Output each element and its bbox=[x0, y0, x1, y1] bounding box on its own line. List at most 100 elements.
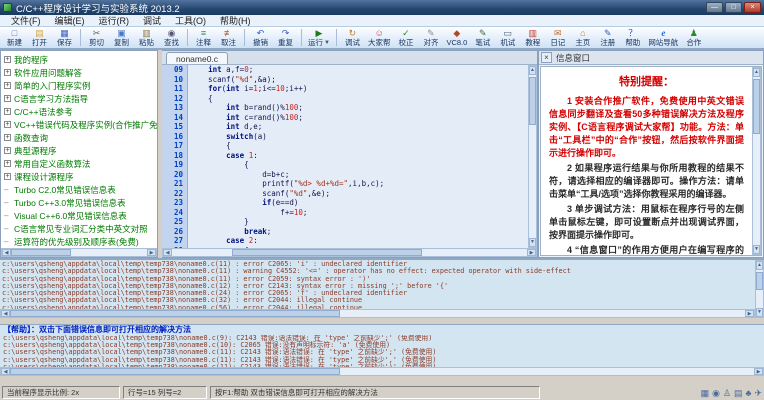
tray-icon-2[interactable]: ♙ bbox=[723, 387, 731, 399]
editor-tab[interactable]: noname0.c bbox=[166, 52, 229, 64]
sidebar-item-3[interactable]: + C语言学习方法指导 bbox=[4, 92, 157, 105]
sidebar-item-4[interactable]: + C/C++语法参考 bbox=[4, 105, 157, 118]
comment-button[interactable]: ≡ 注释 bbox=[191, 27, 216, 48]
sidebar-item-9[interactable]: + 课程设计源程序 bbox=[4, 170, 157, 183]
editor-hscrollbar[interactable]: ◀ ▶ bbox=[162, 248, 537, 257]
line-number[interactable]: 19 bbox=[162, 160, 187, 170]
scroll-down-icon[interactable]: ▼ bbox=[756, 308, 763, 317]
scrollbar-thumb[interactable] bbox=[10, 368, 340, 375]
line-number[interactable]: 15 bbox=[162, 122, 187, 132]
vc8-button[interactable]: ◆ VC8.0 bbox=[443, 27, 470, 48]
uncomment-button[interactable]: ≢ 取注 bbox=[216, 27, 241, 48]
code-line[interactable]: int a,f=0; bbox=[188, 65, 528, 75]
tray-icon-0[interactable]: ▦ bbox=[701, 387, 710, 399]
expand-plus-icon[interactable]: + bbox=[4, 160, 11, 167]
expand-plus-icon[interactable]: + bbox=[4, 134, 11, 141]
minimize-button[interactable]: — bbox=[706, 2, 723, 13]
correct-button[interactable]: ✓ 校正 bbox=[393, 27, 418, 48]
output-hscrollbar[interactable]: ◀ ▶ bbox=[0, 309, 755, 318]
homepage-button[interactable]: ⌂ 主页 bbox=[570, 27, 595, 48]
code-line[interactable]: } bbox=[188, 217, 528, 227]
expand-plus-icon[interactable]: + bbox=[4, 147, 11, 154]
code-line[interactable]: for(int i=1;i<=10;i++) bbox=[188, 84, 528, 94]
line-number[interactable]: 17 bbox=[162, 141, 187, 151]
output-vscrollbar[interactable]: ▲ ▼ bbox=[755, 260, 764, 318]
line-number[interactable]: 22 bbox=[162, 189, 187, 199]
sidebar-item-6[interactable]: + 函数查询 bbox=[4, 131, 157, 144]
scroll-left-icon[interactable]: ◀ bbox=[163, 249, 172, 256]
scroll-up-icon[interactable]: ▲ bbox=[753, 68, 760, 77]
code-line[interactable]: int b=rand()%100; bbox=[188, 103, 528, 113]
scroll-up-icon[interactable]: ▲ bbox=[756, 261, 763, 270]
sidebar-item-0[interactable]: + 我的程序 bbox=[4, 53, 157, 66]
expand-plus-icon[interactable]: + bbox=[4, 108, 11, 115]
code-line[interactable]: scanf("%d",&e); bbox=[188, 189, 528, 199]
line-number[interactable]: 24 bbox=[162, 208, 187, 218]
line-number-gutter[interactable]: 0910111213141516171819202122232425262728 bbox=[162, 65, 188, 248]
scroll-left-icon[interactable]: ◀ bbox=[2, 249, 11, 256]
line-number[interactable]: 18 bbox=[162, 151, 187, 161]
scrollbar-thumb[interactable] bbox=[232, 249, 422, 256]
code-line[interactable]: case 2: bbox=[188, 236, 528, 246]
line-number[interactable]: 25 bbox=[162, 217, 187, 227]
tutorial-button[interactable]: ▥ 教程 bbox=[520, 27, 545, 48]
code-line[interactable]: { bbox=[188, 94, 528, 104]
sidebar-item-5[interactable]: +VC++错误代码及程序实例(合作推广免费使用) bbox=[4, 118, 157, 131]
expand-plus-icon[interactable]: + bbox=[4, 69, 11, 76]
menu-item-1[interactable]: 编辑(E) bbox=[48, 14, 92, 27]
line-number[interactable]: 21 bbox=[162, 179, 187, 189]
find-button[interactable]: ◉ 查找 bbox=[159, 27, 184, 48]
tray-icon-4[interactable]: ♣ bbox=[746, 387, 752, 399]
sidebar-item-13[interactable]: – C语言常见专业词汇分类中英文对照 bbox=[4, 222, 157, 235]
help-button[interactable]: ？帮助 bbox=[620, 27, 645, 48]
expand-plus-icon[interactable]: + bbox=[4, 121, 11, 128]
code-line[interactable]: if(e==d) bbox=[188, 198, 528, 208]
code-area[interactable]: 0910111213141516171819202122232425262728… bbox=[162, 65, 528, 248]
maximize-button[interactable]: □ bbox=[725, 2, 742, 13]
run-button[interactable]: ▶ 运行 ▼ bbox=[305, 27, 333, 48]
scrollbar-thumb[interactable] bbox=[10, 310, 340, 317]
close-button[interactable]: × bbox=[744, 2, 761, 13]
dropdown-arrow-icon[interactable]: ▼ bbox=[324, 40, 330, 46]
menu-item-5[interactable]: 帮助(H) bbox=[213, 14, 258, 27]
cooperate-button[interactable]: ♟ 合作 bbox=[681, 27, 706, 48]
line-number[interactable]: 12 bbox=[162, 94, 187, 104]
code-line[interactable]: int c=rand()%100; bbox=[188, 113, 528, 123]
new-button[interactable]: □ 新建 bbox=[2, 27, 27, 48]
undo-button[interactable]: ↶ 撤销 bbox=[248, 27, 273, 48]
line-number[interactable]: 23 bbox=[162, 198, 187, 208]
scroll-right-icon[interactable]: ▶ bbox=[745, 310, 754, 317]
code-line[interactable]: { bbox=[188, 141, 528, 151]
tray-icon-1[interactable]: ◉ bbox=[712, 387, 720, 399]
everyone-help-button[interactable]: ☺ 大家帮 bbox=[365, 27, 394, 48]
scroll-up-icon[interactable]: ▲ bbox=[529, 66, 536, 75]
tray-icon-3[interactable]: ▤ bbox=[734, 387, 743, 399]
line-number[interactable]: 13 bbox=[162, 103, 187, 113]
scroll-down-icon[interactable]: ▼ bbox=[529, 238, 536, 247]
code-lines[interactable]: int a,f=0; scanf("%d",&a); for(int i=1;i… bbox=[188, 65, 528, 248]
expand-plus-icon[interactable]: + bbox=[4, 95, 11, 102]
debug-button[interactable]: ↻ 调试 bbox=[340, 27, 365, 48]
code-line[interactable]: printf("%d> %d+%d=",i,b,c); bbox=[188, 179, 528, 189]
scrollbar-thumb[interactable] bbox=[753, 79, 760, 134]
scrollbar-thumb[interactable] bbox=[11, 249, 71, 256]
align-button[interactable]: ✎ 对齐 bbox=[418, 27, 443, 48]
code-line[interactable]: break; bbox=[188, 227, 528, 237]
save-button[interactable]: ▦ 保存 bbox=[52, 27, 77, 48]
line-number[interactable]: 14 bbox=[162, 113, 187, 123]
line-number[interactable]: 16 bbox=[162, 132, 187, 142]
written-test-button[interactable]: ✎ 笔试 bbox=[470, 27, 495, 48]
info-vscrollbar[interactable]: ▲ ▼ bbox=[752, 67, 761, 255]
scrollbar-thumb[interactable] bbox=[756, 272, 763, 290]
info-close-icon[interactable]: × bbox=[541, 52, 552, 63]
code-line[interactable]: f+=10; bbox=[188, 208, 528, 218]
paste-button[interactable]: ▥ 粘贴 bbox=[134, 27, 159, 48]
code-line[interactable]: d=b+c; bbox=[188, 170, 528, 180]
site-nav-button[interactable]: e 网站导航 bbox=[645, 27, 681, 48]
expand-plus-icon[interactable]: + bbox=[4, 56, 11, 63]
line-number[interactable]: 20 bbox=[162, 170, 187, 180]
menu-item-3[interactable]: 调试 bbox=[136, 14, 168, 27]
sidebar-item-7[interactable]: + 典型源程序 bbox=[4, 144, 157, 157]
register-button[interactable]: ✎ 注册 bbox=[595, 27, 620, 48]
expand-plus-icon[interactable]: + bbox=[4, 82, 11, 89]
